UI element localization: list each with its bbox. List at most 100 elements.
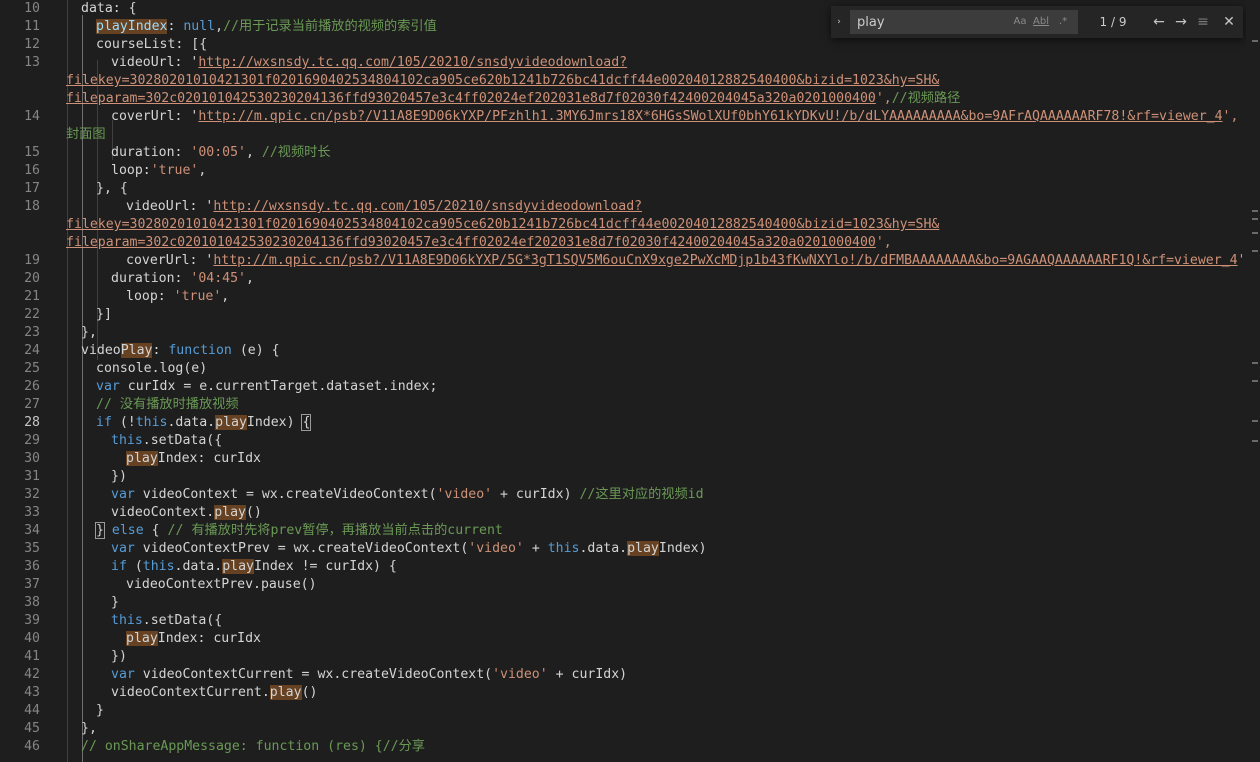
code-token: Index) bbox=[658, 541, 707, 556]
line-number: 42 bbox=[24, 667, 40, 682]
code-line[interactable]: this.setData({ bbox=[111, 612, 222, 630]
code-line[interactable]: if (this.data.playIndex != curIdx) { bbox=[111, 558, 397, 576]
line-number: 20 bbox=[24, 271, 40, 286]
code-line[interactable]: videoContext.play() bbox=[111, 504, 262, 522]
use-regex-icon[interactable]: .* bbox=[1054, 14, 1072, 30]
code-token: play bbox=[126, 451, 158, 466]
code-token: , bbox=[198, 163, 207, 178]
code-line-wrap[interactable]: fileparam=302c020101042530230204136ffd93… bbox=[66, 234, 892, 252]
code-line-wrap[interactable]: fileparam=302c020101042530230204136ffd93… bbox=[66, 90, 960, 108]
line-number: 16 bbox=[24, 163, 40, 178]
code-line[interactable]: } bbox=[96, 702, 104, 720]
code-token: .data. bbox=[174, 559, 223, 574]
code-line[interactable]: videoContextCurrent.play() bbox=[111, 684, 317, 702]
code-line[interactable]: }) bbox=[111, 468, 127, 486]
line-number: 23 bbox=[24, 325, 40, 340]
code-line[interactable]: videoPlay: function (e) { bbox=[81, 342, 280, 360]
code-area[interactable]: data: {playIndex: null,//用于记录当前播放的视频的索引值… bbox=[66, 0, 1260, 762]
code-line[interactable]: }] bbox=[96, 306, 112, 324]
code-line-wrap[interactable]: 封面图 bbox=[66, 126, 106, 144]
find-in-selection-icon[interactable]: ≡ bbox=[1193, 12, 1213, 32]
code-token: // 没有播放时播放视频 bbox=[96, 397, 239, 412]
search-match-marker bbox=[1252, 218, 1258, 220]
code-line[interactable]: // 没有播放时播放视频 bbox=[96, 396, 239, 414]
code-token: videoContextPrev.pause() bbox=[126, 577, 317, 592]
code-token: if bbox=[111, 559, 127, 574]
code-line[interactable]: if (!this.data.playIndex) { bbox=[96, 414, 312, 432]
line-number: 28 bbox=[24, 415, 40, 430]
line-number: 34 bbox=[24, 523, 40, 538]
code-token: , bbox=[245, 271, 254, 286]
code-token: .data. bbox=[167, 415, 216, 430]
code-token: 'true' bbox=[173, 289, 222, 304]
line-number: 40 bbox=[24, 631, 40, 646]
close-icon[interactable]: ✕ bbox=[1219, 12, 1239, 32]
line-number: 18 bbox=[24, 199, 40, 214]
code-line-wrap[interactable]: filekey=30280201010421301f02016904025348… bbox=[66, 216, 939, 234]
code-token: var bbox=[111, 541, 135, 556]
code-line[interactable]: playIndex: curIdx bbox=[126, 630, 261, 648]
overview-ruler-scrollbar[interactable] bbox=[1246, 0, 1260, 762]
line-number: 43 bbox=[24, 685, 40, 700]
code-line[interactable]: }, bbox=[81, 720, 97, 738]
line-number: 32 bbox=[24, 487, 40, 502]
code-line[interactable]: }, { bbox=[96, 180, 128, 198]
code-line[interactable]: } else { // 有播放时先将prev暂停，再播放当前点击的current bbox=[95, 522, 503, 540]
code-line[interactable]: playIndex: curIdx bbox=[126, 450, 261, 468]
match-case-icon[interactable]: Aa bbox=[1011, 14, 1029, 30]
code-line[interactable]: coverUrl: 'http://m.qpic.cn/psb?/V11A8E9… bbox=[111, 108, 1260, 126]
code-line[interactable]: // onShareAppMessage: function (res) {//… bbox=[81, 738, 425, 756]
code-token: videoUrl: ' bbox=[126, 199, 214, 214]
code-line[interactable]: duration: '00:05', //视频时长 bbox=[111, 144, 331, 162]
code-token: console.log(e) bbox=[96, 361, 208, 376]
code-token: Index != curIdx) { bbox=[253, 559, 397, 574]
code-token: fileparam=302c020101042530230204136ffd93… bbox=[66, 91, 876, 106]
code-line[interactable]: playIndex: null,//用于记录当前播放的视频的索引值 bbox=[96, 18, 437, 36]
code-line-wrap[interactable]: filekey=30280201010421301f02016904025348… bbox=[66, 72, 939, 90]
line-number: 19 bbox=[24, 253, 40, 268]
code-token: function bbox=[168, 343, 232, 358]
code-token: play bbox=[269, 685, 302, 700]
code-line[interactable]: videoContextPrev.pause() bbox=[126, 576, 317, 594]
code-token: videoContext. bbox=[111, 505, 215, 520]
code-line[interactable]: loop: 'true', bbox=[126, 288, 229, 306]
code-line[interactable]: }) bbox=[111, 648, 127, 666]
code-line[interactable]: videoUrl: 'http://wxsnsdy.tc.qq.com/105/… bbox=[111, 54, 627, 72]
search-match-marker bbox=[1252, 440, 1258, 442]
previous-match-icon[interactable]: ← bbox=[1149, 12, 1169, 32]
toggle-replace-chevron-icon[interactable]: › bbox=[831, 6, 847, 38]
code-line[interactable]: var videoContextCurrent = wx.createVideo… bbox=[111, 666, 627, 684]
code-line[interactable]: duration: '04:45', bbox=[111, 270, 254, 288]
code-line[interactable]: loop:'true', bbox=[111, 162, 206, 180]
find-input[interactable] bbox=[850, 10, 1000, 34]
next-match-icon[interactable]: → bbox=[1171, 12, 1191, 32]
code-token: filekey=30280201010421301f02016904025348… bbox=[66, 73, 940, 88]
code-line[interactable]: coverUrl: 'http://m.qpic.cn/psb?/V11A8E9… bbox=[126, 252, 1253, 270]
code-token: }) bbox=[111, 649, 127, 664]
code-token: }, bbox=[81, 325, 97, 340]
code-line[interactable]: this.setData({ bbox=[111, 432, 222, 450]
line-number: 46 bbox=[24, 739, 40, 754]
code-token: videoContextPrev = wx.createVideoContext… bbox=[134, 541, 469, 556]
code-token: }, bbox=[81, 721, 97, 736]
code-token: + curIdx) bbox=[492, 487, 580, 502]
code-editor[interactable]: 10 11 12 13 14 15 16 17 18 19 20 21 22 23 24 25 26 27 28 29… bbox=[0, 0, 1260, 762]
match-whole-word-icon[interactable]: Abl bbox=[1032, 14, 1050, 30]
code-token: play bbox=[215, 415, 247, 430]
code-line[interactable]: console.log(e) bbox=[96, 360, 207, 378]
line-number: 12 bbox=[24, 37, 40, 52]
code-line[interactable]: var videoContext = wx.createVideoContext… bbox=[111, 486, 704, 504]
code-line[interactable]: videoUrl: 'http://wxsnsdy.tc.qq.com/105/… bbox=[126, 198, 642, 216]
code-line[interactable]: courseList: [{ bbox=[96, 36, 207, 54]
code-line[interactable]: data: { bbox=[81, 0, 137, 18]
code-token: (! bbox=[111, 415, 136, 430]
code-line[interactable]: } bbox=[111, 594, 119, 612]
code-line[interactable]: }, bbox=[81, 324, 97, 342]
line-number: 30 bbox=[24, 451, 40, 466]
code-line[interactable]: var curIdx = e.currentTarget.dataset.ind… bbox=[96, 378, 437, 396]
code-line[interactable]: var videoContextPrev = wx.createVideoCon… bbox=[111, 540, 707, 558]
code-token: + bbox=[523, 541, 548, 556]
code-token: 封面图 bbox=[66, 127, 106, 142]
line-number: 41 bbox=[24, 649, 40, 664]
